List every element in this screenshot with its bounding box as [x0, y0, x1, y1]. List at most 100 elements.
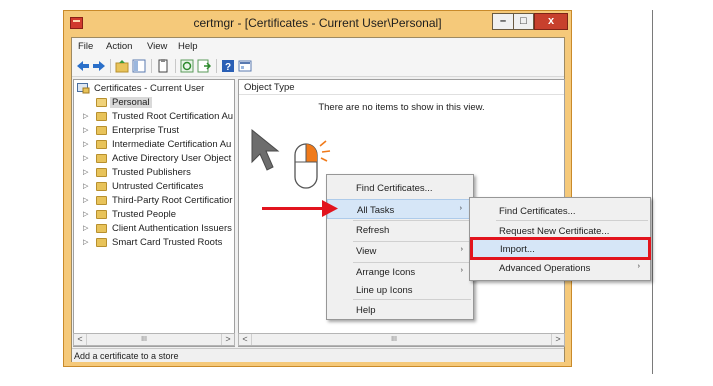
folder-icon — [96, 224, 107, 233]
tree-pane: Certificates - Current User Personal ▷ T… — [73, 79, 235, 347]
expand-arrow-icon[interactable]: ▷ — [83, 210, 88, 218]
submenu-arrow-icon: › — [459, 205, 462, 212]
folder-icon — [96, 154, 107, 163]
tree-item-label: Trusted People — [112, 209, 177, 220]
content-horizontal-scrollbar[interactable]: < III > — [238, 333, 565, 346]
menu-file[interactable]: File — [78, 41, 93, 52]
minimize-button[interactable]: – — [492, 13, 514, 30]
tree-item-label: Intermediate Certification Au — [112, 139, 232, 150]
tree-item-label: Trusted Root Certification Au — [112, 111, 234, 122]
tree-item-label: Personal — [110, 97, 152, 108]
certificates-store-icon — [77, 83, 90, 94]
scroll-left-button[interactable]: < — [239, 334, 252, 345]
tree-item-label: Smart Card Trusted Roots — [112, 237, 223, 248]
page-divider-line — [652, 10, 653, 374]
empty-message: There are no items to show in this view. — [318, 102, 485, 113]
context-menu: Find Certificates... All Tasks › Refresh … — [326, 174, 474, 320]
column-header[interactable]: Object Type — [239, 80, 564, 95]
toolbar-separator — [175, 59, 176, 73]
column-object-type: Object Type — [244, 82, 295, 93]
show-hide-tree-icon[interactable] — [132, 59, 146, 73]
tree-item[interactable]: ▷ Trusted People — [74, 208, 234, 222]
expand-arrow-icon[interactable]: ▷ — [83, 196, 88, 204]
refresh-icon[interactable] — [180, 59, 194, 73]
close-button[interactable]: x — [534, 13, 568, 30]
title-bar[interactable]: certmgr - [Certificates - Current User\P… — [64, 11, 571, 37]
cursor-arrow-icon — [251, 128, 280, 171]
back-arrow-icon[interactable] — [76, 59, 90, 73]
annotation-arrowhead-icon — [322, 200, 338, 217]
scroll-left-button[interactable]: < — [74, 334, 87, 345]
tree-item-personal[interactable]: Personal — [74, 96, 234, 110]
submenu-item-find-certificates[interactable]: Find Certificates... — [470, 201, 650, 221]
expand-arrow-icon[interactable]: ▷ — [83, 140, 88, 148]
copy-icon[interactable] — [156, 59, 170, 73]
scroll-right-button[interactable]: > — [551, 334, 564, 345]
status-bar: Add a certificate to a store — [72, 348, 564, 362]
folder-icon — [96, 238, 107, 247]
tree-item[interactable]: ▷ Intermediate Certification Au — [74, 138, 234, 152]
tree-root-label: Certificates - Current User — [94, 83, 205, 94]
toolbar-separator — [216, 59, 217, 73]
scroll-thumb[interactable]: III — [134, 335, 154, 344]
toolbar: ? — [72, 55, 564, 77]
properties-icon[interactable] — [238, 59, 252, 73]
menu-item-refresh[interactable]: Refresh — [327, 220, 473, 240]
scroll-right-button[interactable]: > — [221, 334, 234, 345]
tree-item-label: Client Authentication Issuers — [112, 223, 232, 234]
submenu-arrow-icon: › — [460, 246, 463, 253]
tree-item[interactable]: ▷ Active Directory User Object — [74, 152, 234, 166]
menu-item-view[interactable]: View › — [327, 241, 473, 261]
tree-horizontal-scrollbar[interactable]: < III > — [73, 333, 235, 346]
tree-item[interactable]: ▷ Client Authentication Issuers — [74, 222, 234, 236]
tree-item[interactable]: ▷ Smart Card Trusted Roots — [74, 236, 234, 250]
folder-icon — [96, 112, 107, 121]
annotation-highlight-box — [470, 237, 651, 260]
menu-action[interactable]: Action — [106, 41, 132, 52]
annotation-arrow-line — [262, 207, 326, 210]
toolbar-separator — [151, 59, 152, 73]
tree-item[interactable]: ▷ Trusted Publishers — [74, 166, 234, 180]
menu-help[interactable]: Help — [178, 41, 198, 52]
export-list-icon[interactable] — [197, 59, 211, 73]
folder-open-icon — [96, 98, 107, 107]
svg-text:?: ? — [225, 62, 231, 73]
submenu-arrow-icon: › — [637, 263, 640, 270]
folder-icon — [96, 182, 107, 191]
tree-item[interactable]: ▷ Enterprise Trust — [74, 124, 234, 138]
expand-arrow-icon[interactable]: ▷ — [83, 154, 88, 162]
folder-icon — [96, 196, 107, 205]
maximize-button[interactable]: □ — [513, 13, 534, 30]
expand-arrow-icon[interactable]: ▷ — [83, 238, 88, 246]
folder-icon — [96, 140, 107, 149]
tree-item-label: Active Directory User Object — [112, 153, 232, 164]
tree-item-label: Third-Party Root Certificatior — [112, 195, 233, 206]
folder-icon — [96, 126, 107, 135]
tree-item-label: Untrusted Certificates — [112, 181, 204, 192]
tree-item[interactable]: ▷ Trusted Root Certification Au — [74, 110, 234, 124]
tree-item[interactable]: ▷ Untrusted Certificates — [74, 180, 234, 194]
expand-arrow-icon[interactable]: ▷ — [83, 168, 88, 176]
expand-arrow-icon[interactable]: ▷ — [83, 182, 88, 190]
up-folder-icon[interactable] — [115, 59, 129, 73]
expand-arrow-icon[interactable]: ▷ — [83, 112, 88, 120]
menu-item-arrange-icons[interactable]: Arrange Icons › — [327, 262, 473, 282]
submenu-item-advanced-operations[interactable]: Advanced Operations › — [470, 258, 650, 278]
expand-arrow-icon[interactable]: ▷ — [83, 224, 88, 232]
tree-item[interactable]: ▷ Third-Party Root Certificatior — [74, 194, 234, 208]
expand-arrow-icon[interactable]: ▷ — [83, 126, 88, 134]
forward-arrow-icon[interactable] — [92, 59, 106, 73]
tree-root[interactable]: Certificates - Current User — [74, 82, 234, 96]
help-icon[interactable]: ? — [221, 59, 235, 73]
submenu-arrow-icon: › — [460, 267, 463, 274]
menu-item-find-certificates[interactable]: Find Certificates... — [327, 178, 473, 198]
tree-item-label: Trusted Publishers — [112, 167, 191, 178]
menu-view[interactable]: View — [147, 41, 167, 52]
menu-item-line-up-icons[interactable]: Line up Icons — [327, 280, 473, 300]
menu-item-help[interactable]: Help — [327, 300, 473, 320]
status-text: Add a certificate to a store — [74, 351, 179, 361]
folder-icon — [96, 210, 107, 219]
scroll-thumb[interactable]: III — [384, 335, 404, 344]
folder-icon — [96, 168, 107, 177]
menu-item-all-tasks[interactable]: All Tasks › — [327, 199, 473, 219]
